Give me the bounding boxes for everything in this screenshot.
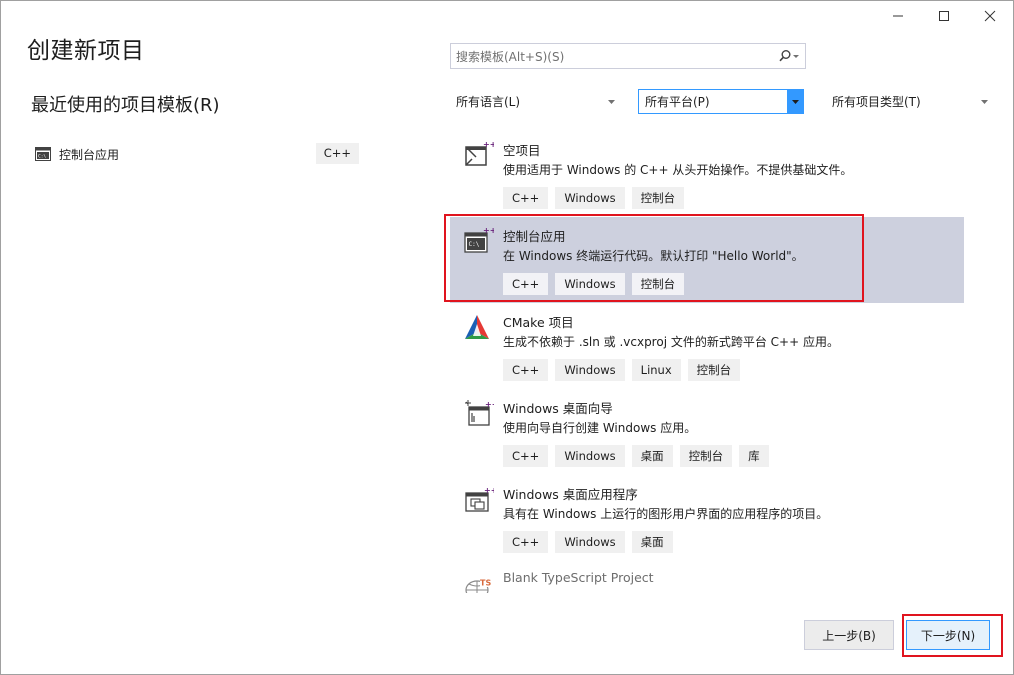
console-app-icon: C:\ ++ xyxy=(464,226,494,253)
tag-linux: Linux xyxy=(631,359,681,381)
typescript-project-icon: TS xyxy=(465,578,492,593)
tag-windows: Windows xyxy=(555,359,625,381)
recent-template-item[interactable]: C:\ 控制台应用 C++ xyxy=(31,142,361,166)
tag-desktop: 桌面 xyxy=(631,445,673,467)
desktop-app-icon: ++ xyxy=(465,486,494,512)
template-search-box[interactable]: 搜索模板(Alt+S)(S) xyxy=(450,43,806,69)
recent-template-tag: C++ xyxy=(315,143,359,164)
maximize-icon xyxy=(939,11,949,21)
desktop-wizard-icon: ++ xyxy=(465,400,494,426)
close-button[interactable] xyxy=(967,1,1013,31)
tag-windows: Windows xyxy=(555,531,625,553)
template-item-desktop-app[interactable]: ++ Windows 桌面应用程序 具有在 Windows 上运行的图形用户界面… xyxy=(450,475,964,561)
template-name: 控制台应用 xyxy=(503,229,566,244)
template-description: 在 Windows 终端运行代码。默认打印 "Hello World"。 xyxy=(503,249,804,263)
tag-cpp: C++ xyxy=(503,531,549,553)
tag-cpp: C++ xyxy=(503,359,549,381)
template-description: 使用向导自行创建 Windows 应用。 xyxy=(503,421,697,435)
template-description: 生成不依赖于 .sln 或 .vcxproj 文件的新式跨平台 C++ 应用。 xyxy=(503,335,839,349)
next-button[interactable]: 下一步(N) xyxy=(906,620,990,650)
cmake-icon xyxy=(465,315,489,339)
tag-cpp: C++ xyxy=(503,273,549,295)
svg-text:++: ++ xyxy=(484,486,494,495)
back-button[interactable]: 上一步(B) xyxy=(804,620,894,650)
svg-text:TS: TS xyxy=(480,579,491,588)
chevron-down-icon xyxy=(976,89,992,114)
template-item-desktop-wizard[interactable]: ++ Windows 桌面向导 使用向导自行创建 Windows 应用。 C++… xyxy=(450,389,964,475)
search-input[interactable]: 搜索模板(Alt+S)(S) xyxy=(451,48,775,65)
tag-console: 控制台 xyxy=(687,359,741,381)
svg-text:++: ++ xyxy=(483,140,494,149)
template-tags: C++ Windows Linux 控制台 xyxy=(503,359,741,381)
chevron-down-icon xyxy=(787,90,803,113)
svg-text:C:\: C:\ xyxy=(38,154,46,160)
template-item-empty-project[interactable]: ++ 空项目 使用适用于 Windows 的 C++ 从头开始操作。不提供基础文… xyxy=(450,131,964,217)
project-type-filter-value: 所有项目类型(T) xyxy=(832,95,921,109)
template-name: Windows 桌面应用程序 xyxy=(503,487,638,502)
template-item-cmake[interactable]: CMake 项目 生成不依赖于 .sln 或 .vcxproj 文件的新式跨平台… xyxy=(450,303,964,389)
tag-cpp: C++ xyxy=(503,445,549,467)
svg-text:++: ++ xyxy=(483,226,494,235)
project-type-filter-dropdown[interactable]: 所有项目类型(T) xyxy=(826,89,992,114)
create-project-window: 创建新项目 最近使用的项目模板(R) C:\ 控制台应用 C++ 搜索模板(Al… xyxy=(0,0,1014,675)
close-icon xyxy=(984,10,996,22)
template-item-console-app[interactable]: C:\ ++ 控制台应用 在 Windows 终端运行代码。默认打印 "Hell… xyxy=(450,217,964,303)
tag-console: 控制台 xyxy=(631,273,685,295)
template-tags: C++ Windows 控制台 xyxy=(503,187,685,209)
tag-windows: Windows xyxy=(555,187,625,209)
platform-filter-value: 所有平台(P) xyxy=(645,95,710,109)
template-name: Windows 桌面向导 xyxy=(503,401,613,416)
template-tags: C++ Windows 控制台 xyxy=(503,273,685,295)
window-controls xyxy=(875,1,1013,31)
minimize-icon xyxy=(893,15,903,17)
minimize-button[interactable] xyxy=(875,1,921,31)
template-item-typescript[interactable]: TS Blank TypeScript Project xyxy=(450,561,964,593)
template-description: 具有在 Windows 上运行的图形用户界面的应用程序的项目。 xyxy=(503,507,829,521)
template-name: Blank TypeScript Project xyxy=(503,570,654,585)
template-name: CMake 项目 xyxy=(503,315,574,330)
console-app-icon: C:\ xyxy=(35,147,51,161)
maximize-button[interactable] xyxy=(921,1,967,31)
search-icon[interactable] xyxy=(775,44,805,68)
page-title: 创建新项目 xyxy=(27,38,145,64)
template-tags: C++ Windows 桌面 控制台 库 xyxy=(503,445,769,467)
recent-templates-heading: 最近使用的项目模板(R) xyxy=(31,95,220,116)
tag-cpp: C++ xyxy=(503,187,549,209)
svg-text:++: ++ xyxy=(485,400,494,409)
language-filter-value: 所有语言(L) xyxy=(456,95,521,109)
template-name: 空项目 xyxy=(503,143,541,158)
tag-windows: Windows xyxy=(555,445,625,467)
tag-console: 控制台 xyxy=(679,445,733,467)
template-tags: C++ Windows 桌面 xyxy=(503,531,673,553)
tag-desktop: 桌面 xyxy=(631,531,673,553)
svg-text:C:\: C:\ xyxy=(469,241,480,248)
template-description: 使用适用于 Windows 的 C++ 从头开始操作。不提供基础文件。 xyxy=(503,163,853,177)
empty-project-icon: ++ xyxy=(465,140,494,166)
tag-library: 库 xyxy=(739,445,769,467)
tag-console: 控制台 xyxy=(631,187,685,209)
tag-windows: Windows xyxy=(555,273,625,295)
recent-template-label: 控制台应用 xyxy=(59,147,120,162)
platform-filter-dropdown[interactable]: 所有平台(P) xyxy=(638,89,804,114)
language-filter-dropdown[interactable]: 所有语言(L) xyxy=(450,89,619,114)
chevron-down-icon xyxy=(603,89,619,114)
